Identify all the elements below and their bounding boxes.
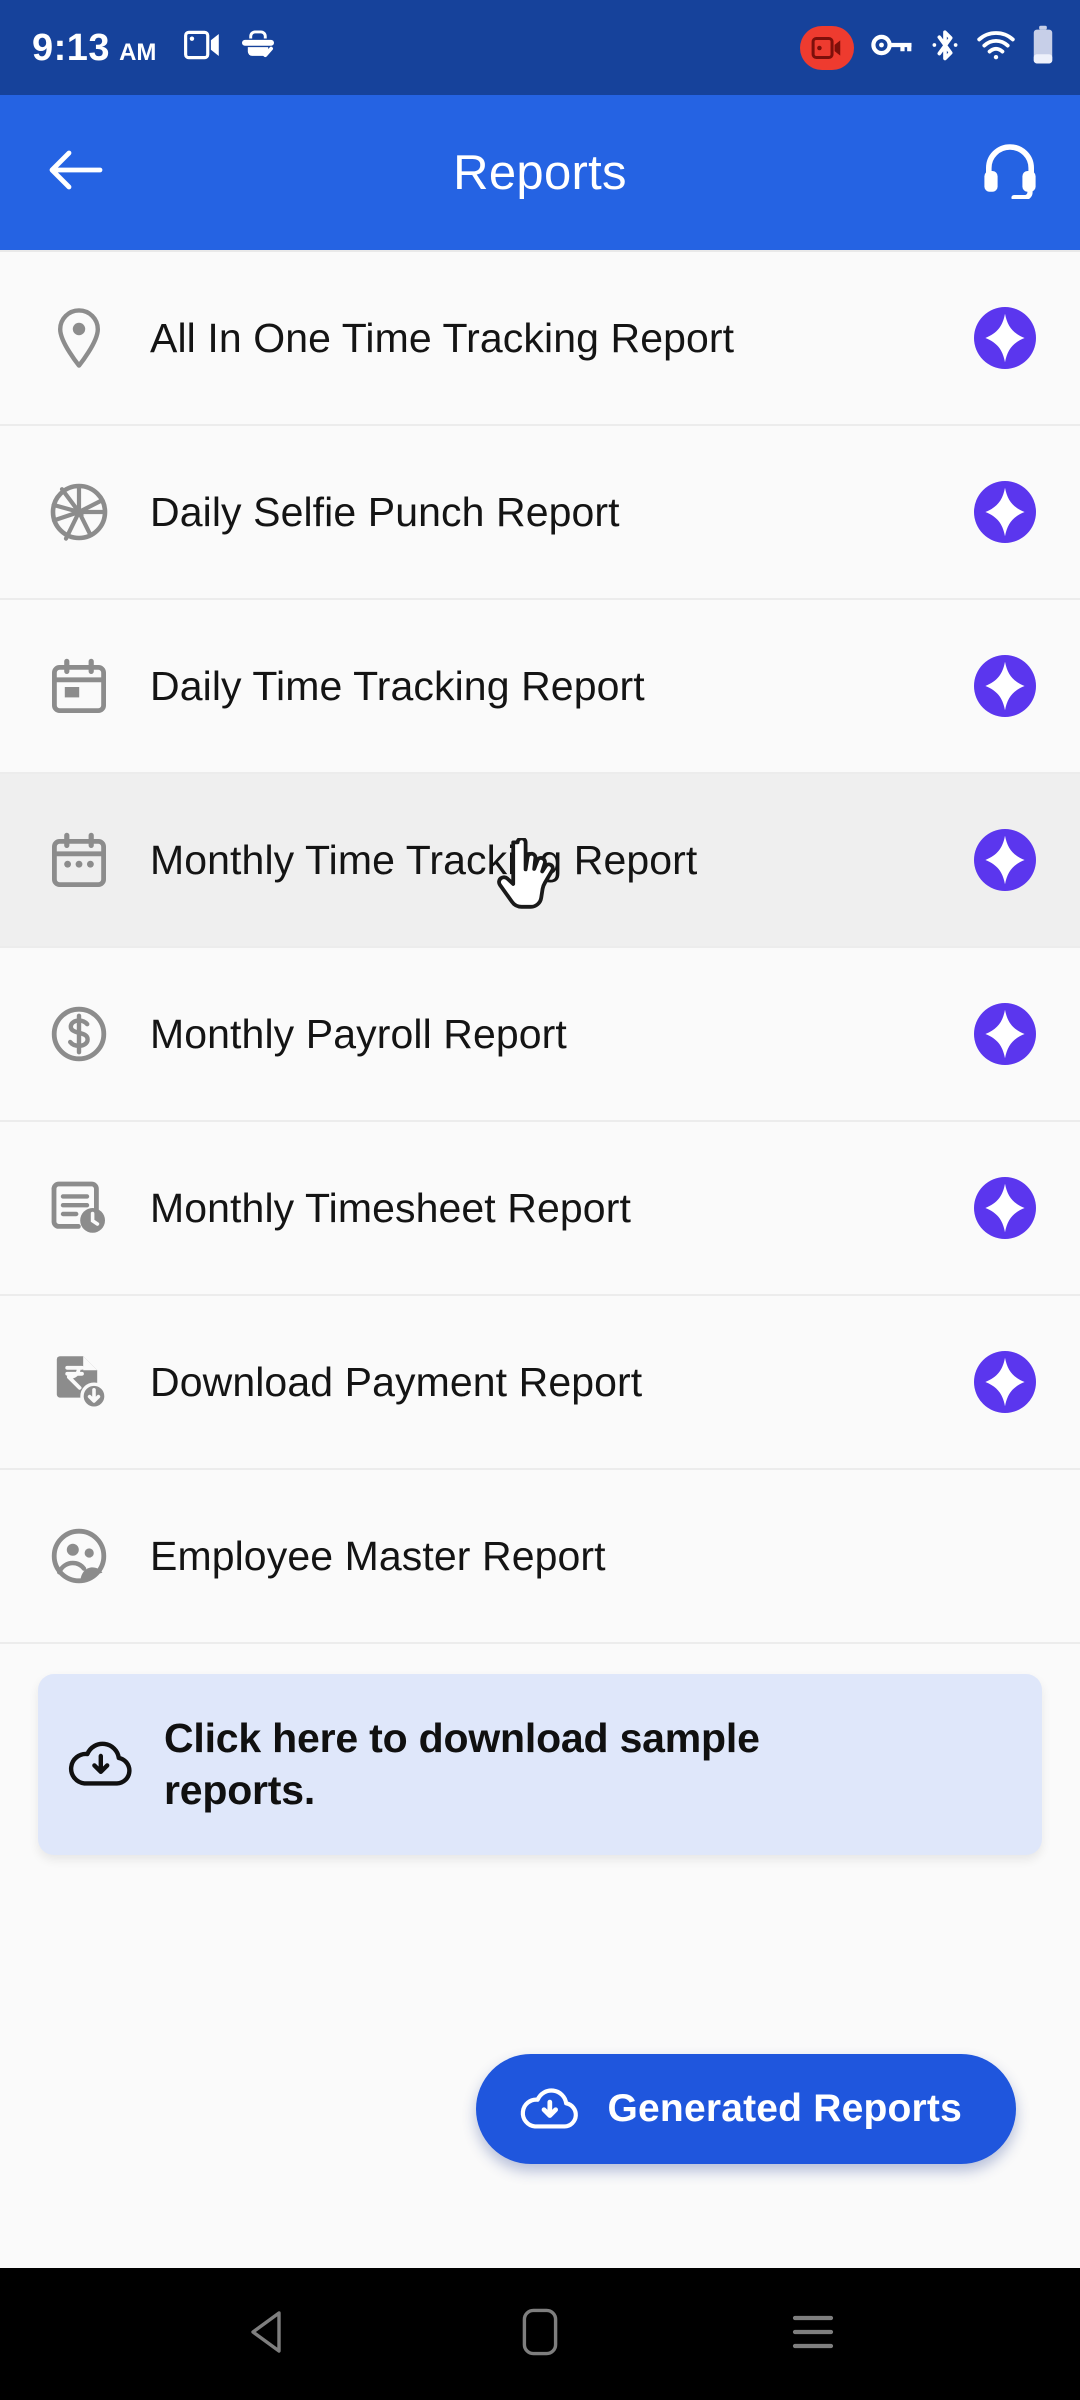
reports-list: All In One Time Tracking Report Daily Sel…: [0, 250, 1080, 1644]
generated-reports-label: Generated Reports: [607, 2087, 962, 2130]
status-time: 9:13: [32, 26, 111, 69]
android-nav-bar: [0, 2268, 1080, 2400]
status-am-pm: AM: [119, 38, 157, 66]
report-row[interactable]: Employee Master Report: [0, 1470, 1080, 1644]
location-pin-icon: [36, 307, 122, 369]
report-row[interactable]: Download Payment Report: [0, 1296, 1080, 1470]
sparkle-badge-icon[interactable]: [974, 829, 1036, 891]
app-bar: Reports: [0, 95, 1080, 250]
sample-reports-banner-wrap: Click here to download sample reports.: [0, 1644, 1080, 1855]
bluetooth-icon: [930, 28, 960, 67]
back-button[interactable]: [40, 137, 112, 209]
nav-recents-button[interactable]: [758, 2279, 868, 2389]
status-bar-clock: 9:13 AM: [32, 29, 156, 67]
battery-icon: [1032, 25, 1054, 70]
nav-back-triangle-icon: [247, 2310, 287, 2359]
nav-back-button[interactable]: [212, 2279, 322, 2389]
report-row-label: Monthly Timesheet Report: [150, 1184, 631, 1231]
video-call-icon: [184, 30, 222, 65]
download-sample-reports-banner[interactable]: Click here to download sample reports.: [38, 1674, 1042, 1855]
rupee-download-icon: [36, 1353, 122, 1411]
phone-screen: 9:13 AM Reports All In One Time Tracking…: [0, 0, 1080, 2400]
report-row-label: Employee Master Report: [150, 1532, 606, 1579]
report-row-label: Monthly Payroll Report: [150, 1010, 567, 1057]
cloud-download-icon: [520, 2082, 580, 2137]
sparkle-badge-icon[interactable]: [974, 1003, 1036, 1065]
sparkle-badge-icon[interactable]: [974, 481, 1036, 543]
support-button[interactable]: [974, 137, 1046, 209]
watch-sync-icon: [240, 29, 276, 66]
sparkle-badge-icon[interactable]: [974, 655, 1036, 717]
report-row-label: Monthly Time Tracking Report: [150, 836, 698, 883]
report-row-label: Download Payment Report: [150, 1358, 643, 1405]
sparkle-badge-icon[interactable]: [974, 1351, 1036, 1413]
dollar-circle-icon: [36, 1005, 122, 1063]
report-row-label: Daily Time Tracking Report: [150, 662, 645, 709]
screen-record-icon: [800, 25, 854, 70]
camera-aperture-icon: [36, 482, 122, 542]
arrow-back-icon: [48, 148, 104, 197]
report-row-label: All In One Time Tracking Report: [150, 314, 735, 361]
status-bar: 9:13 AM: [0, 0, 1080, 95]
calendar-month-icon: [36, 831, 122, 889]
status-bar-system-icons: [800, 25, 1054, 70]
report-row[interactable]: Monthly Time Tracking Report: [0, 774, 1080, 948]
status-bar-notification-icons: [184, 29, 276, 66]
wifi-icon: [977, 30, 1015, 65]
banner-text: Click here to download sample reports.: [164, 1715, 760, 1814]
report-row[interactable]: Daily Time Tracking Report: [0, 600, 1080, 774]
report-row[interactable]: All In One Time Tracking Report: [0, 252, 1080, 426]
content-empty-area: Generated Reports: [0, 1855, 1080, 2268]
calendar-day-icon: [36, 657, 122, 715]
nav-home-button[interactable]: [485, 2279, 595, 2389]
report-row-label: Daily Selfie Punch Report: [150, 488, 620, 535]
report-row[interactable]: Monthly Payroll Report: [0, 948, 1080, 1122]
nav-home-icon: [522, 2308, 558, 2361]
nav-recents-icon: [791, 2312, 835, 2357]
report-row[interactable]: Daily Selfie Punch Report: [0, 426, 1080, 600]
vpn-key-icon: [871, 32, 913, 63]
generated-reports-button[interactable]: Generated Reports: [475, 2054, 1016, 2164]
page-title: Reports: [453, 145, 627, 200]
cloud-download-icon: [68, 1735, 134, 1794]
sparkle-badge-icon[interactable]: [974, 307, 1036, 369]
document-clock-icon: [36, 1180, 122, 1236]
people-circle-icon: [36, 1527, 122, 1585]
headset-support-icon: [982, 141, 1038, 204]
report-row[interactable]: Monthly Timesheet Report: [0, 1122, 1080, 1296]
sparkle-badge-icon[interactable]: [974, 1177, 1036, 1239]
